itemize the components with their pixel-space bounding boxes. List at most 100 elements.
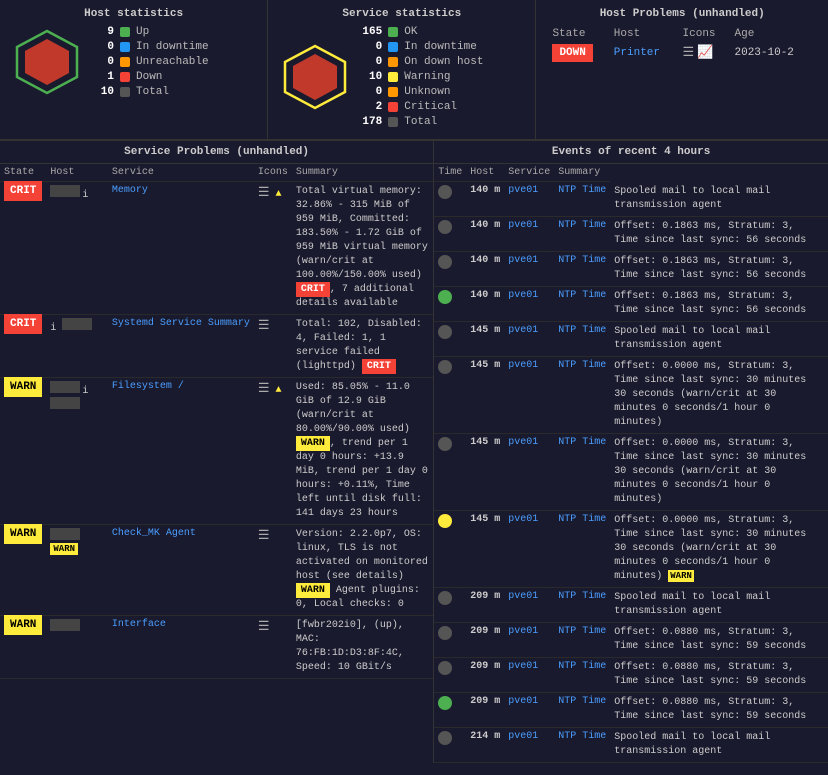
ev-host[interactable]: pve01 [504,692,554,727]
hp-host-name[interactable]: Printer [610,42,679,63]
ev-host[interactable]: pve01 [504,727,554,762]
hp-state-down: DOWN [548,42,609,63]
ev-host[interactable]: pve01 [504,182,554,217]
sp-row-filesystem: WARN i Filesystem / ☰ ▲ Used: 85.05% - 1… [0,378,433,525]
ev-time: 145 m [466,510,504,587]
ev-service[interactable]: NTP Time [554,727,610,762]
sp-host-checkmk: WARN [46,525,107,616]
ev-service[interactable]: NTP Time [554,692,610,727]
hp-row-printer: DOWN Printer ☰ 📈 2023-10-2 [548,42,816,63]
ev-row: 145 m pve01 NTP Time Offset: 0.0000 ms, … [434,433,828,510]
ev-host[interactable]: pve01 [504,216,554,251]
events-panel: Events of recent 4 hours Time Host Servi… [434,141,828,763]
host-stats-title: Host statistics [12,8,255,20]
ev-icon-cell [434,356,466,433]
ev-service[interactable]: NTP Time [554,433,610,510]
sp-service-memory[interactable]: Memory [108,182,254,315]
dot-total [120,87,130,97]
ev-host[interactable]: pve01 [504,622,554,657]
sp-service-systemd[interactable]: Systemd Service Summary [108,315,254,378]
ev-row: 209 m pve01 NTP Time Offset: 0.0880 ms, … [434,622,828,657]
sp-icons-checkmk: ☰ [254,525,292,616]
ev-service[interactable]: NTP Time [554,587,610,622]
ev-time: 140 m [466,216,504,251]
ev-service[interactable]: NTP Time [554,356,610,433]
ev-service[interactable]: NTP Time [554,182,610,217]
sp-summary-systemd: Total: 102, Disabled: 4, Failed: 1, 1 se… [292,315,433,378]
chart-icon[interactable]: 📈 [697,45,713,60]
ev-icon-cell [434,727,466,762]
ev-time: 140 m [466,251,504,286]
sp-service-checkmk[interactable]: Check_MK Agent [108,525,254,616]
ev-summary: Spooled mail to local mail transmission … [610,182,828,217]
ev-row: 214 m pve01 NTP Time Spooled mail to loc… [434,727,828,762]
ev-state-icon [438,220,452,234]
ev-service[interactable]: NTP Time [554,251,610,286]
svc-stat-total: 178 Total [360,116,523,128]
ev-service[interactable]: NTP Time [554,657,610,692]
ev-service[interactable]: NTP Time [554,321,610,356]
ev-time: 214 m [466,727,504,762]
ev-host[interactable]: pve01 [504,356,554,433]
ev-service[interactable]: NTP Time [554,510,610,587]
svc-dot-total [388,117,398,127]
sp-col-host: Host [46,164,107,182]
ev-time: 209 m [466,692,504,727]
events-table: Time Host Service Summary 140 m pve01 NT… [434,164,828,763]
ev-host[interactable]: pve01 [504,286,554,321]
sp-host-memory: i [46,182,107,315]
service-stat-rows: 165 OK 0 In downtime 0 On down host 10 [360,26,523,131]
ev-host[interactable]: pve01 [504,321,554,356]
ev-row: 145 m pve01 NTP Time Spooled mail to loc… [434,321,828,356]
sp-summary-fs: Used: 85.05% - 11.0 GiB of 12.9 GiB (war… [292,378,433,525]
svc-dot-unknown [388,87,398,97]
ev-icon-cell [434,587,466,622]
ev-summary: Offset: 0.0000 ms, Stratum: 3, Time sinc… [610,356,828,433]
ev-host[interactable]: pve01 [504,657,554,692]
ev-host[interactable]: pve01 [504,251,554,286]
hp-col-age: Age [731,26,816,42]
sp-service-fs[interactable]: Filesystem / [108,378,254,525]
ev-service[interactable]: NTP Time [554,622,610,657]
ev-state-icon [438,514,452,528]
ev-summary: Offset: 0.0880 ms, Stratum: 3, Time sinc… [610,622,828,657]
ev-service[interactable]: NTP Time [554,216,610,251]
ev-time: 145 m [466,321,504,356]
sp-service-iface[interactable]: Interface [108,616,254,679]
ev-col-time: Time [434,164,466,182]
ev-col-service: Service [504,164,554,182]
ev-summary: Offset: 0.0000 ms, Stratum: 3, Time sinc… [610,510,828,587]
hp-host-icons: ☰ 📈 [679,42,731,63]
sp-row-memory: CRIT i Memory ☰ ▲ Total virtual memory: … [0,182,433,315]
sp-col-service: Service [108,164,254,182]
sp-summary-iface: [fwbr202i0], (up), MAC: 76:FB:1D:D3:8F:4… [292,616,433,679]
ev-state-icon [438,437,452,451]
ev-icon-cell [434,622,466,657]
ev-time: 145 m [466,433,504,510]
ev-row: 209 m pve01 NTP Time Offset: 0.0880 ms, … [434,657,828,692]
dot-red [120,72,130,82]
ev-state-icon [438,360,452,374]
service-problems-panel: Service Problems (unhandled) State Host … [0,141,434,763]
ev-state-icon [438,255,452,269]
ev-state-icon [438,325,452,339]
ev-row: 209 m pve01 NTP Time Spooled mail to loc… [434,587,828,622]
ev-summary: Spooled mail to local mail transmission … [610,727,828,762]
ev-state-icon [438,185,452,199]
ev-service[interactable]: NTP Time [554,286,610,321]
host-stat-rows: 9 Up 0 In downtime 0 Unreachable 1 [92,26,255,101]
ev-host[interactable]: pve01 [504,587,554,622]
service-stats-title: Service statistics [280,8,523,20]
ev-summary: Offset: 0.1863 ms, Stratum: 3, Time sinc… [610,216,828,251]
ev-host[interactable]: pve01 [504,433,554,510]
ev-host[interactable]: pve01 [504,510,554,587]
ev-icon-cell [434,321,466,356]
bottom-section: Service Problems (unhandled) State Host … [0,140,828,763]
ev-time: 209 m [466,622,504,657]
sp-col-state: State [0,164,46,182]
svc-dot-downtime [388,42,398,52]
list-icon[interactable]: ☰ [683,45,695,60]
sp-summary-checkmk: Version: 2.2.0p7, OS: linux, TLS is not … [292,525,433,616]
ev-time: 140 m [466,286,504,321]
sp-state-warn-checkmk: WARN [0,525,46,616]
